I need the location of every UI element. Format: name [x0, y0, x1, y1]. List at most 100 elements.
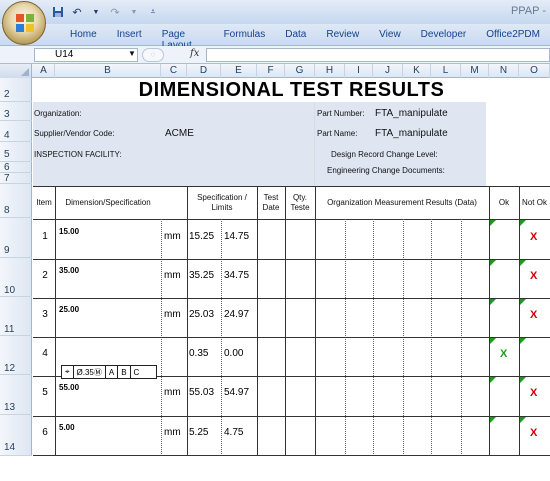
row-header[interactable]: 3 [0, 102, 32, 121]
name-box[interactable]: U14 [34, 48, 138, 62]
inspection-facility-label: INSPECTION FACILITY: [34, 150, 122, 159]
dimension-spec[interactable]: 25.00 [59, 305, 79, 314]
dimension-spec[interactable]: 5.00 [59, 423, 75, 432]
office-button[interactable] [2, 1, 46, 45]
upper-limit[interactable]: 5.25 [189, 427, 208, 438]
row-header[interactable]: 7 [0, 173, 32, 184]
row-header[interactable]: 12 [0, 336, 32, 375]
unit-cell[interactable]: mm [164, 231, 181, 242]
test-date-header: Test Date [262, 192, 280, 212]
insert-function-button[interactable]: fx [190, 48, 199, 59]
chevron-down-icon[interactable]: ▼ [126, 4, 142, 20]
row-header[interactable]: 10 [0, 258, 32, 297]
row-header[interactable]: 5 [0, 142, 32, 162]
column-header[interactable]: M [461, 64, 489, 78]
upper-limit[interactable]: 15.25 [189, 231, 214, 242]
column-header[interactable]: N [489, 64, 519, 78]
lower-limit[interactable]: 24.97 [224, 309, 249, 320]
dimension-header: Dimension/Specification [65, 197, 151, 207]
unit-cell[interactable]: mm [164, 309, 181, 320]
row-header[interactable]: 9 [0, 218, 32, 258]
not-ok-mark[interactable]: X [530, 427, 537, 439]
redo-icon[interactable]: ↷ [107, 4, 123, 20]
item-number[interactable]: 6 [33, 427, 57, 438]
supplier-label: Supplier/Vendor Code: [34, 129, 115, 138]
upper-limit[interactable]: 25.03 [189, 309, 214, 320]
lower-limit[interactable]: 54.97 [224, 387, 249, 398]
column-header[interactable]: I [345, 64, 373, 78]
column-header[interactable]: L [431, 64, 461, 78]
column-header[interactable]: F [257, 64, 285, 78]
position-symbol-icon: ⌖ [62, 366, 74, 378]
lower-limit[interactable]: 0.00 [224, 348, 243, 359]
column-header[interactable]: J [373, 64, 403, 78]
not-ok-mark[interactable]: X [530, 231, 537, 243]
not-ok-mark[interactable]: X [530, 387, 537, 399]
column-header[interactable]: C [161, 64, 187, 78]
column-header[interactable]: B [55, 64, 161, 78]
gdt-datum-b: B [118, 366, 131, 378]
lower-limit[interactable]: 34.75 [224, 270, 249, 281]
item-number[interactable]: 1 [33, 231, 57, 242]
formula-input[interactable] [206, 48, 550, 62]
select-all-button[interactable] [0, 64, 32, 78]
gdt-datum-a: A [106, 366, 119, 378]
ok-header: Ok [498, 197, 510, 207]
formula-cancel-button[interactable]: ◌ [142, 48, 164, 62]
column-header[interactable]: D [187, 64, 221, 78]
office-logo-icon [16, 14, 34, 32]
worksheet[interactable]: DIMENSIONAL TEST RESULTS Organization: S… [33, 78, 550, 456]
save-icon[interactable] [50, 4, 66, 20]
engineering-change-label: Engineering Change Documents: [327, 166, 445, 175]
sheet-title: DIMENSIONAL TEST RESULTS [138, 79, 445, 101]
column-header[interactable]: A [33, 64, 55, 78]
design-record-label: Design Record Change Level: [331, 150, 438, 159]
item-number[interactable]: 2 [33, 270, 57, 281]
not-ok-mark[interactable]: X [530, 270, 537, 282]
row-header[interactable]: 11 [0, 297, 32, 336]
part-name-value[interactable]: FTA_manipulate [375, 128, 448, 139]
organization-label: Organization: [34, 109, 82, 118]
quick-access-toolbar: ↶ ▼ ↷ ▼ ⩡ [50, 4, 161, 20]
row-header[interactable]: 6 [0, 162, 32, 173]
lower-limit[interactable]: 4.75 [224, 427, 243, 438]
upper-limit[interactable]: 35.25 [189, 270, 214, 281]
dimension-spec[interactable]: 15.00 [59, 227, 79, 236]
row-header[interactable]: 2 [0, 78, 32, 102]
customize-toolbar-icon[interactable]: ⩡ [145, 4, 161, 20]
column-header[interactable]: H [315, 64, 345, 78]
undo-icon[interactable]: ↶ [69, 4, 85, 20]
row-header[interactable]: 8 [0, 184, 32, 218]
not-ok-header: Not Ok [522, 197, 547, 207]
unit-cell[interactable]: mm [164, 427, 181, 438]
gdt-tolerance: Ø.35Ⓜ [74, 366, 106, 378]
ok-mark[interactable]: X [500, 348, 507, 360]
formula-bar: U14 ▼ ◌ fx [0, 46, 550, 64]
column-header[interactable]: K [403, 64, 431, 78]
supplier-value[interactable]: ACME [165, 128, 194, 139]
dimension-spec[interactable]: 55.00 [59, 383, 79, 392]
not-ok-mark[interactable]: X [530, 309, 537, 321]
upper-limit[interactable]: 0.35 [189, 348, 208, 359]
part-number-value[interactable]: FTA_manipulate [375, 108, 448, 119]
gdt-datum-c: C [133, 367, 140, 377]
item-number[interactable]: 4 [33, 348, 57, 359]
row-header[interactable]: 4 [0, 121, 32, 142]
column-header[interactable]: E [221, 64, 257, 78]
item-number[interactable]: 3 [33, 309, 57, 320]
row-header[interactable]: 14 [0, 415, 32, 456]
item-number[interactable]: 5 [33, 387, 57, 398]
part-number-label: Part Number: [317, 109, 365, 118]
chevron-down-icon[interactable]: ▼ [88, 4, 104, 20]
dimension-spec[interactable]: 35.00 [59, 266, 79, 275]
unit-cell[interactable]: mm [164, 387, 181, 398]
unit-cell[interactable]: mm [164, 270, 181, 281]
lower-limit[interactable]: 14.75 [224, 231, 249, 242]
column-header[interactable]: O [519, 64, 550, 78]
column-header[interactable]: G [285, 64, 315, 78]
upper-limit[interactable]: 55.03 [189, 387, 214, 398]
gdt-feature-control-frame[interactable]: ⌖ Ø.35Ⓜ A B C [61, 365, 157, 379]
row-header[interactable]: 13 [0, 375, 32, 415]
chevron-down-icon[interactable]: ▼ [128, 49, 136, 58]
spec-limits-header: Specification / Limits [197, 192, 247, 212]
